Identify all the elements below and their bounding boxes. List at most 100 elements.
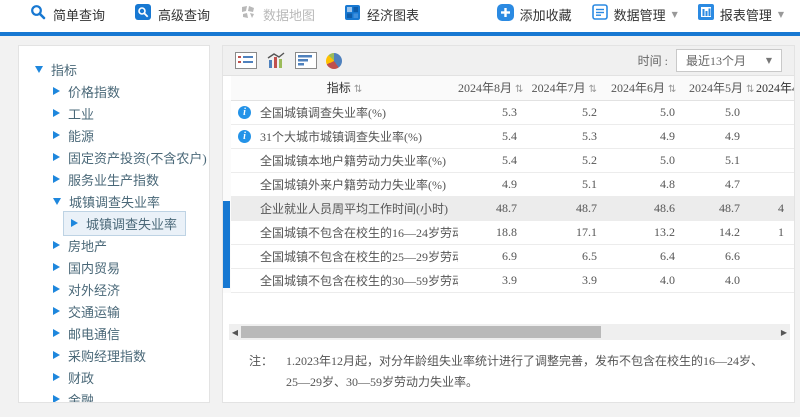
triangle-right-icon (53, 175, 60, 183)
footnote: 注： 1.2023年12月起，对分年龄组失业率统计进行了调整完善，发布不包含在校… (249, 351, 772, 393)
column-header-2024-06[interactable]: 2024年6月⇅ (611, 76, 689, 100)
triangle-right-icon (53, 263, 60, 271)
time-range-value: 最近13个月 (686, 52, 746, 69)
indicator-label: 企业就业人员周平均工作时间(小时) (260, 200, 448, 217)
table-view-icon[interactable] (235, 52, 257, 69)
info-icon[interactable]: i (238, 106, 251, 119)
tree-node-industry[interactable]: 工业 (19, 102, 209, 124)
action-label: 报表管理 (720, 5, 772, 24)
tree-node-root[interactable]: 指标 (19, 58, 209, 80)
time-label: 时间 : (638, 52, 668, 69)
time-range-select[interactable]: 最近13个月 ▼ (676, 49, 782, 72)
search-icon (30, 4, 46, 24)
indicator-label: 全国城镇外来户籍劳动力失业率(%) (260, 176, 446, 193)
tab-advanced-query[interactable]: 高级查询 (135, 4, 210, 24)
sort-icon[interactable]: ⇅ (589, 84, 597, 95)
column-header-2024-04[interactable]: 2024年4月 (754, 76, 795, 100)
tree-node-survey-unemployment[interactable]: 城镇调查失业率 (19, 190, 209, 212)
chevron-down-icon: ▼ (778, 10, 784, 19)
tree-node-post-telecom[interactable]: 邮电通信 (19, 322, 209, 344)
tree-node-fixed-assets[interactable]: 固定资产投资(不含农户) (19, 146, 209, 168)
horizontal-scrollbar-thumb[interactable] (241, 326, 601, 338)
sort-icon[interactable]: ⇅ (354, 84, 362, 95)
column-header-2024-05[interactable]: 2024年5月⇅ (689, 76, 754, 100)
tree-node-services-index[interactable]: 服务业生产指数 (19, 168, 209, 190)
sort-icon[interactable]: ⇅ (746, 84, 754, 95)
chevron-down-icon: ▼ (672, 10, 678, 19)
report-management-menu[interactable]: 报表管理 ▼ (698, 4, 784, 24)
tree-node-fiscal[interactable]: 财政 (19, 366, 209, 388)
tree-node-finance[interactable]: 金融 (19, 388, 209, 403)
tree-node-price-index[interactable]: 价格指数 (19, 80, 209, 102)
add-favorite-button[interactable]: 添加收藏 (497, 4, 572, 25)
tree-node-transport[interactable]: 交通运输 (19, 300, 209, 322)
tab-economic-charts[interactable]: 经济图表 (345, 5, 419, 24)
table-row[interactable]: 全国城镇不包含在校生的30—59岁劳动力失业率(%) 3.9 3.9 4.0 4… (231, 268, 795, 292)
tree-node-pmi[interactable]: 采购经理指数 (19, 344, 209, 366)
tab-label: 经济图表 (367, 5, 419, 24)
horizontal-scrollbar[interactable]: ◀ ▶ (229, 324, 790, 340)
triangle-right-icon (53, 395, 60, 403)
triangle-right-icon (53, 131, 60, 139)
indicator-label: 全国城镇不包含在校生的16—24岁劳动力失业率(%) (260, 224, 458, 241)
tab-data-map[interactable]: 数据地图 (240, 4, 315, 24)
tab-label: 数据地图 (263, 5, 315, 24)
data-table: 指标⇅ 2024年8月⇅ 2024年7月⇅ 2024年6月⇅ 2024年5月⇅ … (231, 76, 795, 293)
footnote-text: 1.2023年12月起，对分年龄组失业率统计进行了调整完善，发布不包含在校生的1… (286, 351, 772, 393)
vertical-scrollbar[interactable] (223, 100, 231, 293)
view-toolbar: 时间 : 最近13个月 ▼ (223, 46, 794, 76)
tree-node-survey-unemployment-child[interactable]: 城镇调查失业率 (19, 212, 209, 234)
sort-icon[interactable]: ⇅ (515, 84, 523, 95)
column-header-2024-08[interactable]: 2024年8月⇅ (458, 76, 531, 100)
info-icon[interactable]: i (238, 130, 251, 143)
triangle-right-icon (53, 153, 60, 161)
pie-chart-icon[interactable] (326, 53, 342, 69)
data-table-wrap: 指标⇅ 2024年8月⇅ 2024年7月⇅ 2024年6月⇅ 2024年5月⇅ … (231, 76, 795, 293)
vertical-scrollbar-thumb[interactable] (223, 201, 230, 288)
tree-node-domestic-trade[interactable]: 国内贸易 (19, 256, 209, 278)
scroll-right-icon[interactable]: ▶ (778, 328, 790, 337)
data-management-icon (592, 4, 608, 24)
triangle-right-icon (53, 373, 60, 381)
economic-charts-icon (345, 5, 360, 24)
table-row[interactable]: i全国城镇调查失业率(%) 5.3 5.2 5.0 5.0 (231, 100, 795, 124)
triangle-down-icon (53, 198, 61, 205)
tree-node-foreign-economy[interactable]: 对外经济 (19, 278, 209, 300)
triangle-right-icon (53, 241, 60, 249)
table-row[interactable]: 全国城镇不包含在校生的25—29岁劳动力失业率(%) 6.9 6.5 6.4 6… (231, 244, 795, 268)
tree-node-energy[interactable]: 能源 (19, 124, 209, 146)
report-management-icon (698, 4, 714, 24)
tree-node-real-estate[interactable]: 房地产 (19, 234, 209, 256)
scroll-left-icon[interactable]: ◀ (229, 328, 241, 337)
tab-simple-query[interactable]: 简单查询 (30, 4, 105, 24)
column-header-indicator[interactable]: 指标⇅ (231, 76, 458, 100)
bar-chart-icon[interactable] (295, 52, 317, 69)
data-management-menu[interactable]: 数据管理 ▼ (592, 4, 678, 24)
triangle-right-icon (53, 329, 60, 337)
tab-label: 高级查询 (158, 5, 210, 24)
footnote-prefix: 注： (249, 351, 286, 393)
triangle-right-icon (53, 351, 60, 359)
triangle-right-icon (53, 109, 60, 117)
table-row[interactable]: 全国城镇外来户籍劳动力失业率(%) 4.9 5.1 4.8 4.7 (231, 172, 795, 196)
selected-tree-node: 城镇调查失业率 (63, 211, 186, 236)
indicator-tree-sidebar: 指标 价格指数 工业 能源 固定资产投资(不含农户) 服务业生产指数 城镇调查失… (18, 45, 210, 403)
line-chart-icon[interactable] (266, 52, 286, 69)
advanced-search-icon (135, 4, 151, 24)
indicator-label: 全国城镇调查失业率(%) (260, 104, 386, 121)
table-row[interactable]: i31个大城市城镇调查失业率(%) 5.4 5.3 4.9 4.9 (231, 124, 795, 148)
chevron-down-icon: ▼ (766, 56, 772, 65)
triangle-right-icon (53, 87, 60, 95)
table-row[interactable]: 全国城镇本地户籍劳动力失业率(%) 5.4 5.2 5.0 5.1 (231, 148, 795, 172)
indicator-label: 全国城镇不包含在校生的30—59岁劳动力失业率(%) (260, 272, 458, 289)
indicator-label: 全国城镇不包含在校生的25—29岁劳动力失业率(%) (260, 248, 458, 265)
triangle-right-icon (53, 285, 60, 293)
sort-icon[interactable]: ⇅ (668, 84, 676, 95)
plus-icon (497, 4, 514, 25)
table-row[interactable]: 全国城镇不包含在校生的16—24岁劳动力失业率(%) 18.8 17.1 13.… (231, 220, 795, 244)
table-row-highlighted[interactable]: 企业就业人员周平均工作时间(小时) 48.7 48.7 48.6 48.7 4 (231, 196, 795, 220)
triangle-right-icon (53, 307, 60, 315)
tab-label: 简单查询 (53, 5, 105, 24)
column-header-2024-07[interactable]: 2024年7月⇅ (531, 76, 611, 100)
indicator-label: 31个大城市城镇调查失业率(%) (260, 128, 422, 145)
